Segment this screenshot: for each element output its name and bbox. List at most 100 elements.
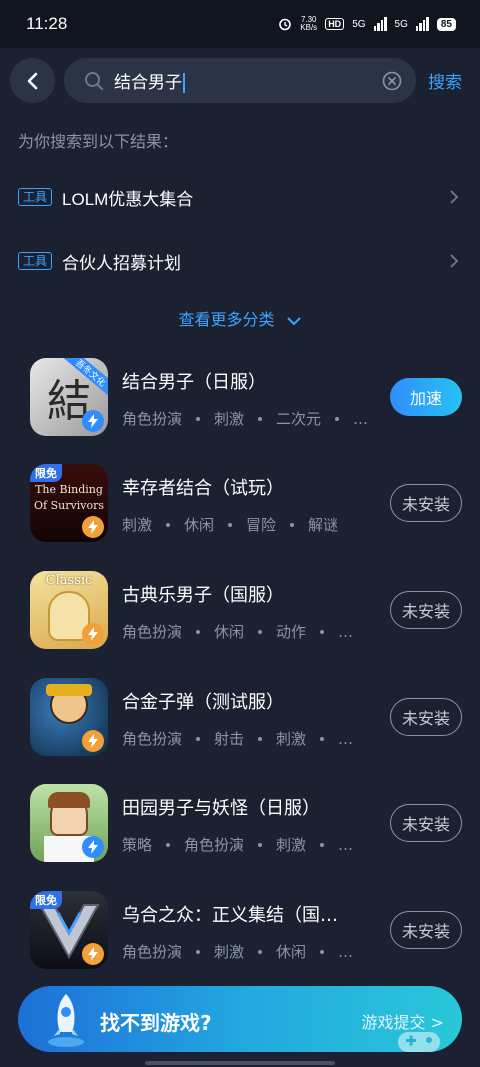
category-tag: 工具 xyxy=(18,188,53,206)
game-list-item[interactable]: 田园男子与妖怪（日服） 策略 角色扮演 刺激 … 未安装 xyxy=(0,784,480,880)
game-icon: 結 吾冬文化 xyxy=(30,358,108,436)
search-input[interactable]: 结合男子 xyxy=(64,58,416,103)
game-tag: 冒险 xyxy=(246,516,277,534)
rocket-icon xyxy=(48,994,84,1047)
network-5g-1: 5G xyxy=(352,18,366,30)
hd-badge: HD xyxy=(325,18,345,30)
game-tag: 解谜 xyxy=(308,516,339,534)
game-tags: 角色扮演 休闲 动作 … xyxy=(122,621,353,642)
game-tags: 策略 角色扮演 刺激 … xyxy=(122,834,353,855)
game-icon: Classic xyxy=(30,571,108,649)
category-title: 合伙人招募计划 xyxy=(62,253,182,273)
game-tag: … xyxy=(338,622,354,641)
more-categories-link[interactable]: 查看更多分类 xyxy=(0,306,480,330)
game-tag: 角色扮演 xyxy=(122,730,183,748)
game-tag: 角色扮演 xyxy=(122,410,183,428)
game-icon xyxy=(30,678,108,756)
search-row: 结合男子 搜索 xyxy=(0,58,480,104)
bolt-icon xyxy=(82,516,104,538)
game-tag: … xyxy=(353,409,369,428)
not-installed-button[interactable]: 未安装 xyxy=(390,911,462,949)
not-installed-button[interactable]: 未安装 xyxy=(390,591,462,629)
not-installed-button[interactable]: 未安装 xyxy=(390,484,462,522)
search-button[interactable]: 搜索 xyxy=(428,68,462,93)
battery-indicator: 85 xyxy=(436,17,456,31)
clear-icon[interactable] xyxy=(382,71,402,91)
game-icon: The Binding Of Survivors 限免 xyxy=(30,464,108,542)
category-title: LOLM优惠大集合 xyxy=(62,189,194,209)
game-tag: 刺激 xyxy=(214,943,245,961)
free-badge: 限免 xyxy=(30,464,62,482)
game-tag: 射击 xyxy=(214,730,245,748)
game-name: 幸存者结合（试玩） xyxy=(122,478,284,499)
game-tag: … xyxy=(338,942,354,961)
game-icon xyxy=(30,784,108,862)
game-name: 乌合之众：正义集结（国… xyxy=(122,905,338,926)
game-tags: 角色扮演 射击 刺激 … xyxy=(122,728,353,749)
game-name: 合金子弹（测试服） xyxy=(122,692,284,713)
game-tag: … xyxy=(338,729,354,748)
back-button[interactable] xyxy=(10,58,55,103)
game-list-item[interactable]: 限免 乌合之众：正义集结（国… 角色扮演 刺激 休闲 … 未安装 xyxy=(0,891,480,987)
chevron-right-icon xyxy=(450,190,459,204)
game-name: 田园男子与妖怪（日服） xyxy=(122,798,320,819)
category-row[interactable]: 工具 合伙人招募计划 xyxy=(18,241,462,281)
game-tag: 刺激 xyxy=(122,516,153,534)
game-tags: 角色扮演 刺激 休闲 … xyxy=(122,941,353,962)
game-tag: 角色扮演 xyxy=(122,623,183,641)
bolt-icon xyxy=(82,836,104,858)
results-hint: 为你搜索到以下结果： xyxy=(18,132,179,151)
game-tag: 刺激 xyxy=(276,730,307,748)
game-tag: 休闲 xyxy=(276,943,307,961)
game-list-item[interactable]: The Binding Of Survivors 限免 幸存者结合（试玩） 刺激… xyxy=(0,464,480,560)
free-badge: 限免 xyxy=(30,891,62,909)
chevron-right-icon xyxy=(450,254,459,268)
game-icon-title: The Binding Of Survivors xyxy=(34,483,104,512)
game-name: 古典乐男子（国服） xyxy=(122,585,284,606)
not-installed-button[interactable]: 未安装 xyxy=(390,804,462,842)
category-tag: 工具 xyxy=(18,252,53,270)
bolt-icon xyxy=(82,410,104,432)
signal-icon xyxy=(373,17,387,31)
bolt-icon xyxy=(82,623,104,645)
status-bar: 11:28 7.30 KB/s HD 5G 5G 85 xyxy=(0,0,480,48)
game-tag: 休闲 xyxy=(184,516,215,534)
search-query: 结合男子 xyxy=(114,68,382,93)
bolt-icon xyxy=(82,943,104,965)
game-tags: 角色扮演 刺激 二次元 … xyxy=(122,408,368,429)
game-tag: … xyxy=(338,835,354,854)
home-indicator xyxy=(145,1061,335,1065)
gamepad-icon xyxy=(398,1032,440,1052)
game-list-item[interactable]: 結 吾冬文化 结合男子（日服） 角色扮演 刺激 二次元 … 加速 xyxy=(0,358,480,454)
bolt-icon xyxy=(82,730,104,752)
search-icon xyxy=(85,71,103,90)
alarm-icon xyxy=(279,18,292,31)
game-tag: 刺激 xyxy=(276,836,307,854)
game-tags: 刺激 休闲 冒险 解谜 xyxy=(122,514,338,535)
accelerate-button[interactable]: 加速 xyxy=(390,378,462,416)
network-5g-2: 5G xyxy=(394,18,408,30)
game-icon-title: Classic xyxy=(45,573,93,588)
category-row[interactable]: 工具 LOLM优惠大集合 xyxy=(18,177,462,217)
chevron-down-icon xyxy=(286,316,301,325)
not-installed-button[interactable]: 未安装 xyxy=(390,698,462,736)
game-tag: 二次元 xyxy=(276,410,322,428)
game-tag: 休闲 xyxy=(214,623,245,641)
status-icons: 7.30 KB/s HD 5G 5G 85 xyxy=(278,16,456,32)
game-tag: 刺激 xyxy=(214,410,245,428)
net-speed: 7.30 KB/s xyxy=(300,15,318,32)
game-tag: 动作 xyxy=(276,623,307,641)
game-icon: 限免 xyxy=(30,891,108,969)
game-name: 结合男子（日服） xyxy=(122,372,266,393)
more-categories-label: 查看更多分类 xyxy=(178,310,275,329)
signal-icon-2 xyxy=(415,17,429,31)
game-tag: 角色扮演 xyxy=(184,836,245,854)
banner-title: 找不到游戏? xyxy=(100,1011,212,1035)
text-cursor xyxy=(183,73,185,93)
status-time: 11:28 xyxy=(26,14,68,33)
game-list-item[interactable]: Classic 古典乐男子（国服） 角色扮演 休闲 动作 … 未安装 xyxy=(0,571,480,667)
chevron-left-icon xyxy=(27,72,37,89)
submit-game-banner[interactable]: 找不到游戏? 游戏提交 > xyxy=(18,986,462,1052)
game-tag: 策略 xyxy=(122,836,153,854)
game-list-item[interactable]: 合金子弹（测试服） 角色扮演 射击 刺激 … 未安装 xyxy=(0,678,480,774)
